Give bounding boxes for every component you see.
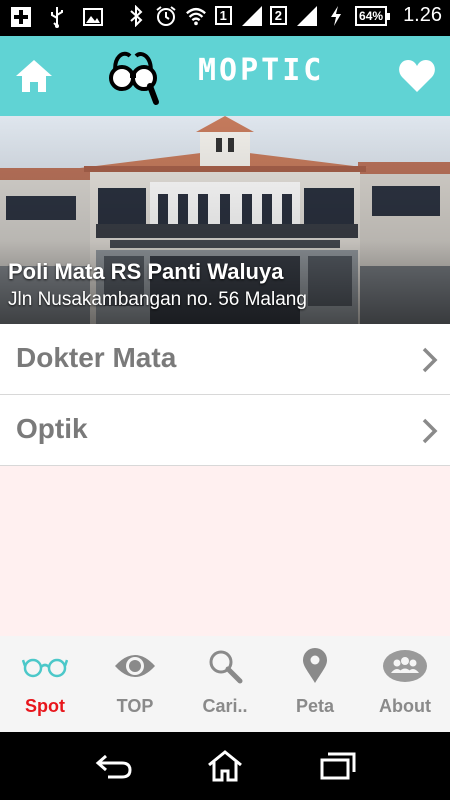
tab-spot[interactable]: Spot (0, 636, 90, 732)
sim1-indicator: 1 (214, 6, 232, 25)
app-bar: MOPTIC (0, 36, 450, 116)
sim2-indicator: 2 (269, 6, 288, 25)
category-list: Dokter Mata Optik (0, 324, 450, 466)
list-item-dokter-mata[interactable]: Dokter Mata (0, 324, 450, 395)
status-bar: 1 2 64% 1.26 (0, 0, 450, 36)
hero-banner[interactable]: Poli Mata RS Panti Waluya Jln Nusakamban… (0, 116, 450, 324)
hero-subtitle: Jln Nusakambangan no. 56 Malang (8, 289, 307, 310)
eye-icon (112, 648, 158, 684)
clock: 1.26 (403, 4, 442, 26)
signal-icon (295, 5, 318, 27)
bottom-tab-bar: Spot TOP Cari.. Peta About (0, 636, 450, 732)
alarm-icon (155, 5, 177, 27)
back-button[interactable] (94, 750, 134, 782)
empty-content-area (0, 466, 450, 636)
app-title: MOPTIC (198, 53, 325, 88)
home-outline-icon (208, 750, 242, 782)
list-item-label: Dokter Mata (16, 342, 177, 373)
charging-icon (325, 5, 347, 27)
chevron-right-icon (422, 347, 438, 373)
system-nav-bar (0, 732, 450, 800)
hero-title: Poli Mata RS Panti Waluya (8, 259, 284, 284)
list-item-label: Optik (16, 413, 88, 444)
list-item-optik[interactable]: Optik (0, 395, 450, 466)
chevron-right-icon (422, 418, 438, 444)
usb-icon (46, 6, 68, 28)
tab-peta[interactable]: Peta (270, 636, 360, 732)
back-arrow-icon (95, 754, 132, 779)
recents-icon (320, 752, 356, 780)
plus-notification-icon (10, 6, 32, 28)
bluetooth-icon (125, 4, 147, 27)
map-pin-icon (292, 648, 338, 684)
tab-top[interactable]: TOP (90, 636, 180, 732)
glasses-magnifier-icon (109, 51, 159, 105)
tab-label: Peta (295, 696, 335, 716)
tab-label: Cari.. (202, 696, 248, 716)
tab-label: Spot (25, 696, 65, 716)
people-icon (382, 648, 428, 684)
recents-button[interactable] (318, 750, 358, 782)
favorite-button[interactable] (398, 58, 436, 94)
glasses-icon (22, 648, 68, 684)
tab-label: About (379, 696, 431, 716)
home-icon (16, 60, 52, 92)
tab-about[interactable]: About (360, 636, 450, 732)
tab-label: TOP (116, 696, 154, 716)
search-icon (202, 648, 248, 684)
home-button[interactable] (14, 56, 54, 96)
image-icon (82, 6, 104, 28)
signal-icon (240, 5, 262, 27)
home-nav-button[interactable] (205, 750, 245, 782)
tab-cari[interactable]: Cari.. (180, 636, 270, 732)
battery-indicator: 64% (355, 5, 391, 26)
app-logo (106, 46, 160, 106)
heart-icon (399, 60, 435, 92)
wifi-icon (185, 5, 207, 27)
